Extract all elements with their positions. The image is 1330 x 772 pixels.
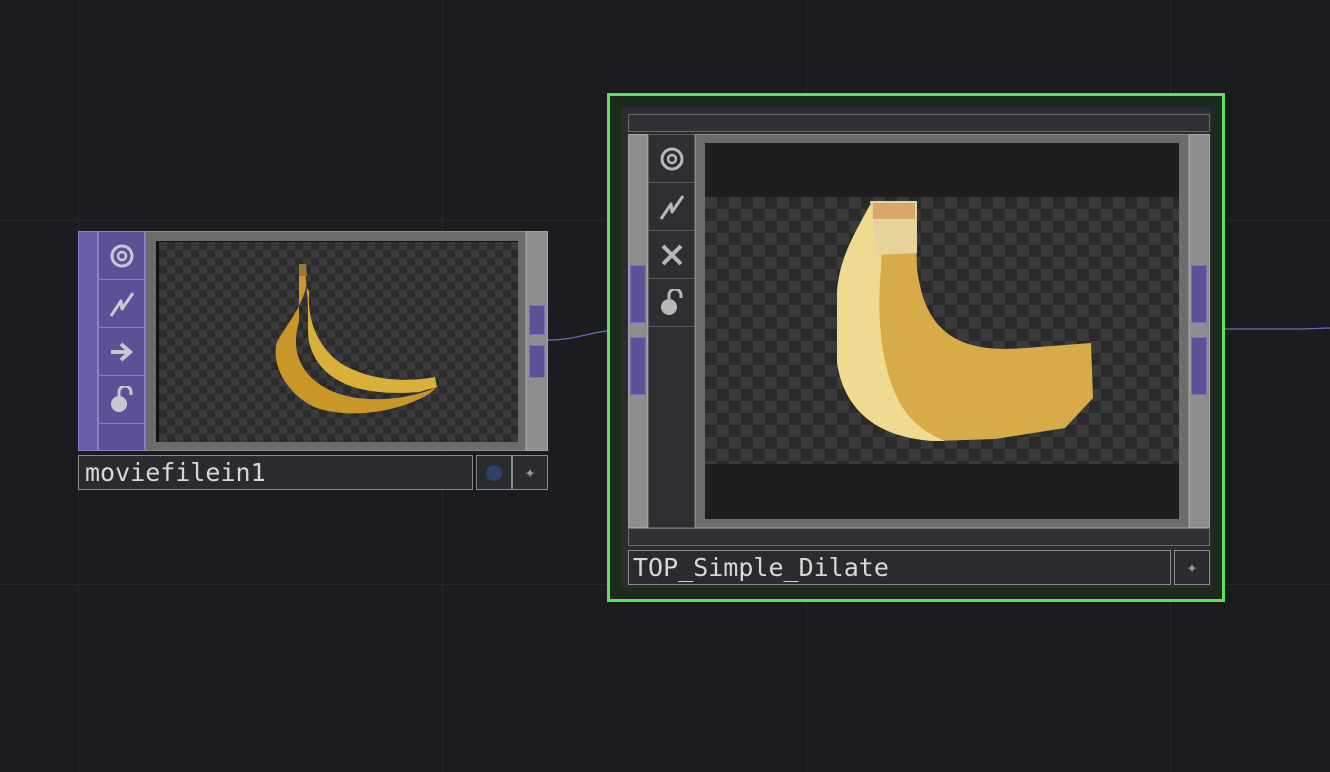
lock-flag-button[interactable]: [99, 376, 144, 424]
node-output-strip: [1189, 134, 1210, 528]
node-preview[interactable]: [156, 241, 518, 442]
node-flags: [648, 134, 695, 528]
wire-dilate-output: [1207, 327, 1330, 330]
input-connector[interactable]: [630, 265, 646, 323]
node-input-strip[interactable]: [78, 231, 98, 451]
bypass-icon: [660, 147, 683, 170]
node-name-label[interactable]: TOP_Simple_Dilate: [628, 550, 1171, 585]
node-name-label[interactable]: moviefilein1: [78, 455, 473, 490]
node-moviefilein1[interactable]: moviefilein1 ✦: [78, 231, 548, 491]
node-viewer-frame: [695, 134, 1189, 528]
network-editor[interactable]: moviefilein1 ✦ TOP_Simple_Dilate ✦: [0, 0, 1330, 772]
cook-flag-button[interactable]: [99, 280, 144, 328]
cook-icon: [659, 194, 684, 220]
input-connector[interactable]: [630, 337, 646, 395]
output-connector[interactable]: [1191, 265, 1207, 323]
close-icon: [661, 244, 682, 265]
lock-flag-button[interactable]: [649, 279, 694, 327]
star-icon: ✦: [1186, 557, 1198, 578]
render-flag-button[interactable]: [99, 328, 144, 376]
banana-image: [275, 264, 437, 414]
star-icon: ✦: [524, 462, 536, 483]
output-connector[interactable]: [529, 305, 545, 335]
close-flag-button[interactable]: [649, 231, 694, 279]
bypass-flag-button[interactable]: [99, 232, 144, 280]
node-viewer-frame: [145, 231, 526, 451]
cook-icon: [109, 291, 134, 317]
output-connector[interactable]: [529, 345, 545, 378]
viewer-dot-icon: [486, 464, 502, 481]
cook-flag-button[interactable]: [649, 183, 694, 231]
node-flags: [98, 231, 145, 451]
node-star-button[interactable]: ✦: [1174, 550, 1210, 585]
arrow-right-icon: [110, 342, 133, 361]
node-output-strip: [526, 231, 548, 451]
node-preview[interactable]: [705, 143, 1179, 519]
node-top-simple-dilate[interactable]: TOP_Simple_Dilate ✦: [607, 93, 1225, 602]
node-body: TOP_Simple_Dilate ✦: [621, 107, 1211, 588]
viewer-toggle-button[interactable]: [476, 455, 512, 490]
lock-icon: [660, 288, 682, 315]
node-top-bar: [628, 114, 1210, 132]
node-star-button[interactable]: ✦: [512, 455, 548, 490]
bypass-icon: [110, 244, 133, 267]
bypass-flag-button[interactable]: [649, 135, 694, 183]
node-input-strip: [628, 134, 648, 528]
output-connector[interactable]: [1191, 337, 1207, 395]
dilated-banana-image: [837, 201, 1093, 441]
node-bottom-bar: [628, 528, 1210, 546]
lock-icon: [110, 385, 132, 412]
